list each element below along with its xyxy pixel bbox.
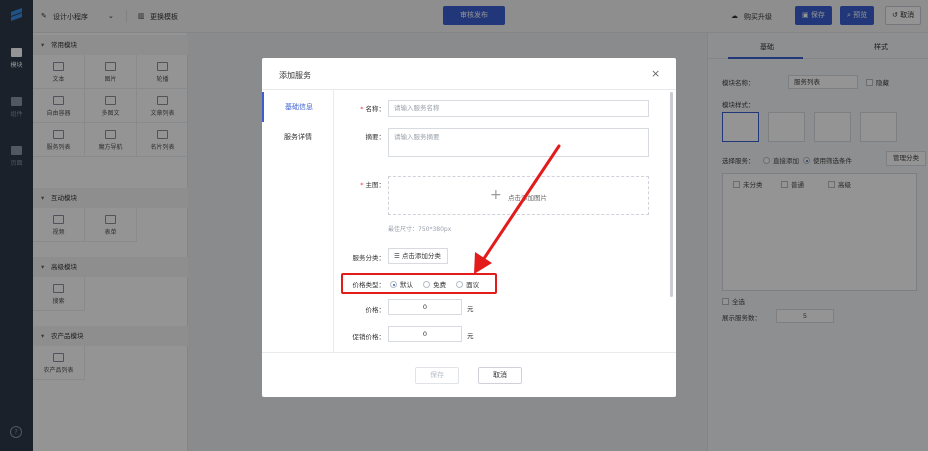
cover-label-text: 主图： xyxy=(365,181,386,189)
promo-price-label: 促销价格： xyxy=(352,333,386,341)
name-label-text: 名称： xyxy=(365,105,386,113)
list-icon: ☰ xyxy=(394,252,402,260)
required-mark: * xyxy=(360,105,364,113)
dialog-cancel-button[interactable]: 取消 xyxy=(478,367,522,384)
category-label: 服务分类： xyxy=(352,254,386,262)
price-unit: 元 xyxy=(467,305,474,313)
name-label: * 名称： xyxy=(347,103,385,113)
dialog-footer: 保存 取消 xyxy=(262,352,676,397)
dialog-tabs: 基础信息 服务详情 xyxy=(262,90,334,352)
upload-text: 点击添加图片 xyxy=(508,194,547,202)
promo-price-input[interactable]: 0 xyxy=(388,326,462,342)
add-category-button[interactable]: ☰ 点击添加分类 xyxy=(388,248,448,264)
cover-label: * 主图： xyxy=(347,179,385,189)
tab-basic-info[interactable]: 基础信息 xyxy=(262,92,334,122)
price-label: 价格： xyxy=(365,306,386,314)
close-icon[interactable]: × xyxy=(651,68,660,79)
promo-price-unit: 元 xyxy=(467,332,474,340)
dialog-scrollbar[interactable] xyxy=(670,92,673,297)
add-category-label: 点击添加分类 xyxy=(401,252,441,260)
dialog-title: 添加服务 xyxy=(279,71,311,80)
price-input[interactable]: 0 xyxy=(388,299,462,315)
name-input[interactable]: 请输入服务名称 xyxy=(388,100,649,117)
dialog-save-button[interactable]: 保存 xyxy=(415,367,459,384)
tab-service-detail[interactable]: 服务详情 xyxy=(262,122,334,152)
image-upload-area[interactable]: + 点击添加图片 xyxy=(388,176,649,215)
required-mark: * xyxy=(360,181,364,189)
size-hint: 最佳尺寸：750*380px xyxy=(388,226,452,233)
add-service-dialog: 添加服务 × 基础信息 服务详情 * 名称： 请输入服务名称 摘要： 请输入服务摘… xyxy=(262,58,676,397)
plus-icon: + xyxy=(490,187,502,203)
price-type-highlight xyxy=(341,273,497,294)
summary-label: 摘要： xyxy=(365,133,386,141)
dialog-form: * 名称： 请输入服务名称 摘要： 请输入服务摘要 * 主图： + 点击添加图片 最… xyxy=(335,90,669,352)
summary-textarea[interactable]: 请输入服务摘要 xyxy=(388,128,649,157)
